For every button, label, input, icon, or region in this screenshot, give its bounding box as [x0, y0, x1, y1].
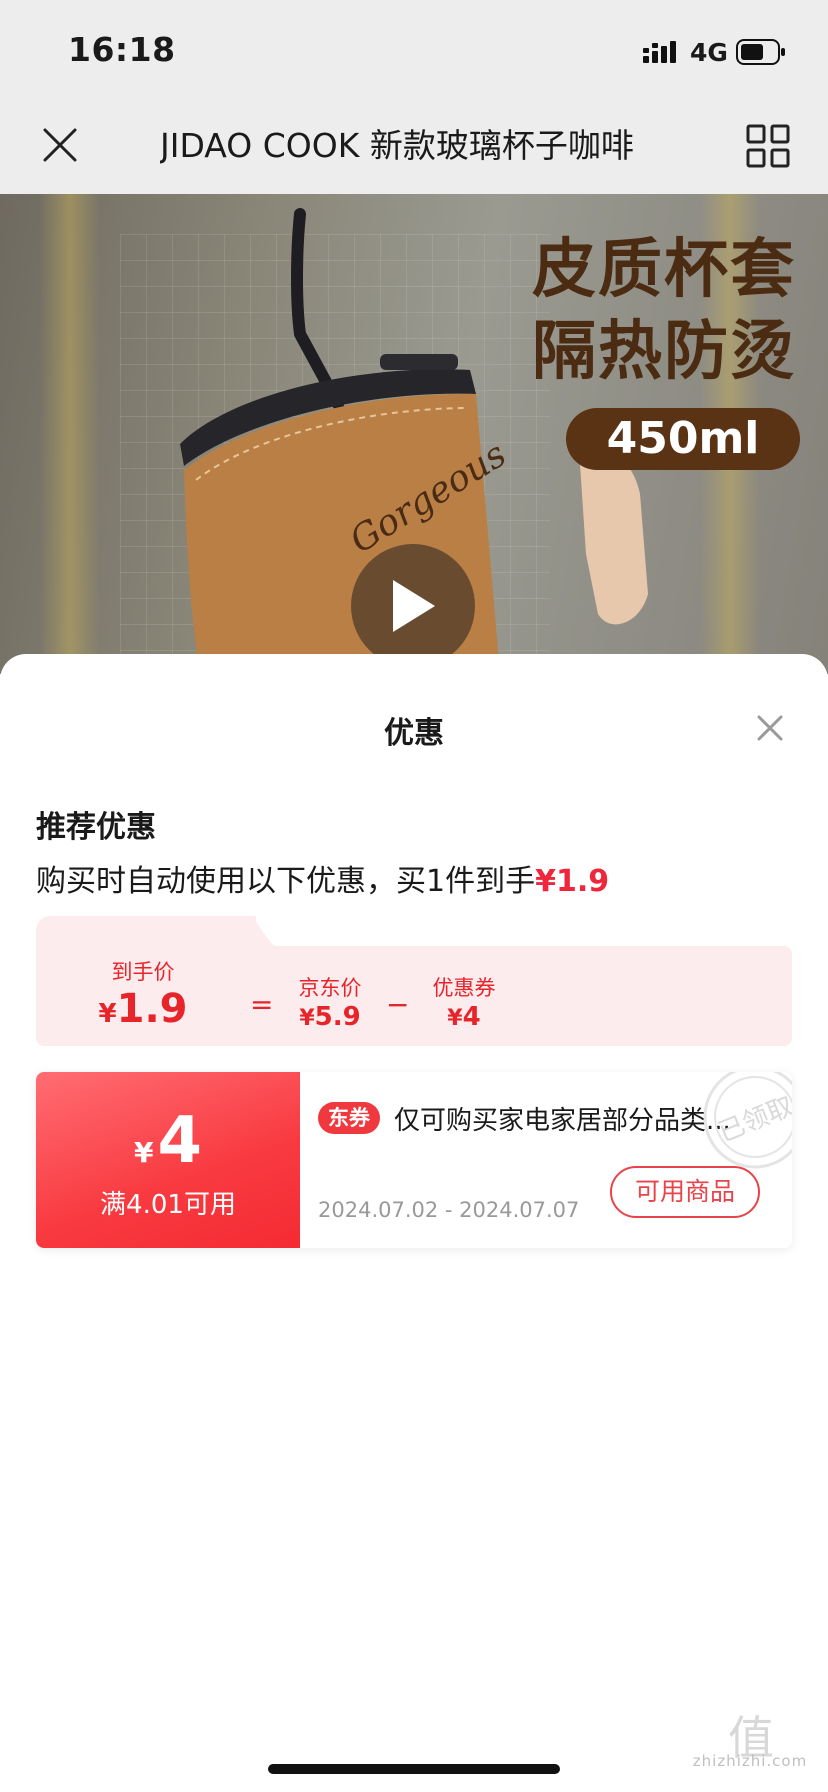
battery-icon — [736, 39, 785, 65]
summary-text: 购买时自动使用以下优惠，买1件到手 — [36, 864, 536, 899]
currency-symbol: ¥ — [447, 1006, 463, 1031]
final-price: 到手价 ¥1.9 — [88, 956, 198, 1032]
coupon-condition: 满4.01可用 — [100, 1190, 236, 1220]
signal-icon — [643, 41, 676, 63]
offer-summary: 购买时自动使用以下优惠，买1件到手¥1.9 — [36, 856, 609, 900]
currency-symbol: ¥ — [133, 1136, 154, 1169]
status-time: 16:18 — [68, 30, 176, 69]
sheet-title: 优惠 — [384, 716, 444, 751]
minus-sign: − — [386, 988, 410, 1021]
equals-sign: = — [250, 988, 274, 1021]
hero-headline-1: 皮质杯套 — [532, 233, 796, 307]
final-price-label: 到手价 — [111, 960, 175, 984]
coupon-amount-value: 4 — [157, 1104, 202, 1178]
coupon-card[interactable]: ¥4 满4.01可用 东券 仅可购买家电家居部分品类... 2024.07.02… — [36, 1072, 792, 1248]
coupon-validity: 2024.07.02 - 2024.07.07 — [318, 1198, 580, 1222]
currency-symbol: ¥ — [299, 1006, 315, 1031]
coupon-type-badge: 东券 — [318, 1102, 380, 1134]
coupon-amount: ¥4 — [36, 1104, 300, 1178]
coupon-discount: 优惠券 ¥4 — [424, 972, 504, 1032]
grid-menu-icon[interactable] — [746, 124, 790, 168]
network-type: 4G — [690, 38, 728, 67]
coupon-value-panel: ¥4 满4.01可用 — [36, 1072, 300, 1248]
hero-headline-2: 隔热防烫 — [532, 315, 796, 389]
play-icon — [393, 580, 435, 632]
currency-symbol: ¥ — [98, 999, 117, 1029]
claimed-stamp: 已领取 — [703, 1072, 792, 1169]
close-icon[interactable] — [756, 714, 784, 742]
coupon-discount-value: 4 — [462, 1002, 481, 1032]
jd-price-value: 5.9 — [314, 1002, 361, 1032]
jd-price-label: 京东价 — [298, 976, 362, 1000]
section-title: 推荐优惠 — [36, 810, 156, 845]
final-price-value: 1.9 — [116, 986, 188, 1032]
close-icon[interactable] — [42, 127, 78, 163]
breakdown-tab-slope — [226, 916, 286, 950]
play-button[interactable] — [351, 544, 475, 668]
coupon-discount-label: 优惠券 — [432, 976, 496, 1000]
jd-price: 京东价 ¥5.9 — [290, 972, 370, 1032]
available-products-button[interactable]: 可用商品 — [610, 1166, 760, 1218]
site-watermark-logo: 值 — [728, 1711, 775, 1765]
breakdown-tab — [36, 916, 256, 950]
claimed-stamp-text: 已领取 — [714, 1091, 792, 1148]
watermark-domain: zhizhizhi.com — [692, 1752, 808, 1770]
summary-price: ¥1.9 — [535, 864, 610, 899]
home-indicator[interactable] — [268, 1764, 560, 1774]
volume-badge: 450ml — [566, 408, 800, 470]
status-bar: 16:18 4G — [0, 0, 828, 100]
page-title: JIDAO COOK 新款玻璃杯子咖啡 — [160, 126, 634, 165]
offers-sheet: 优惠 推荐优惠 购买时自动使用以下优惠，买1件到手¥1.9 到手价 ¥1.9 =… — [0, 654, 828, 1792]
